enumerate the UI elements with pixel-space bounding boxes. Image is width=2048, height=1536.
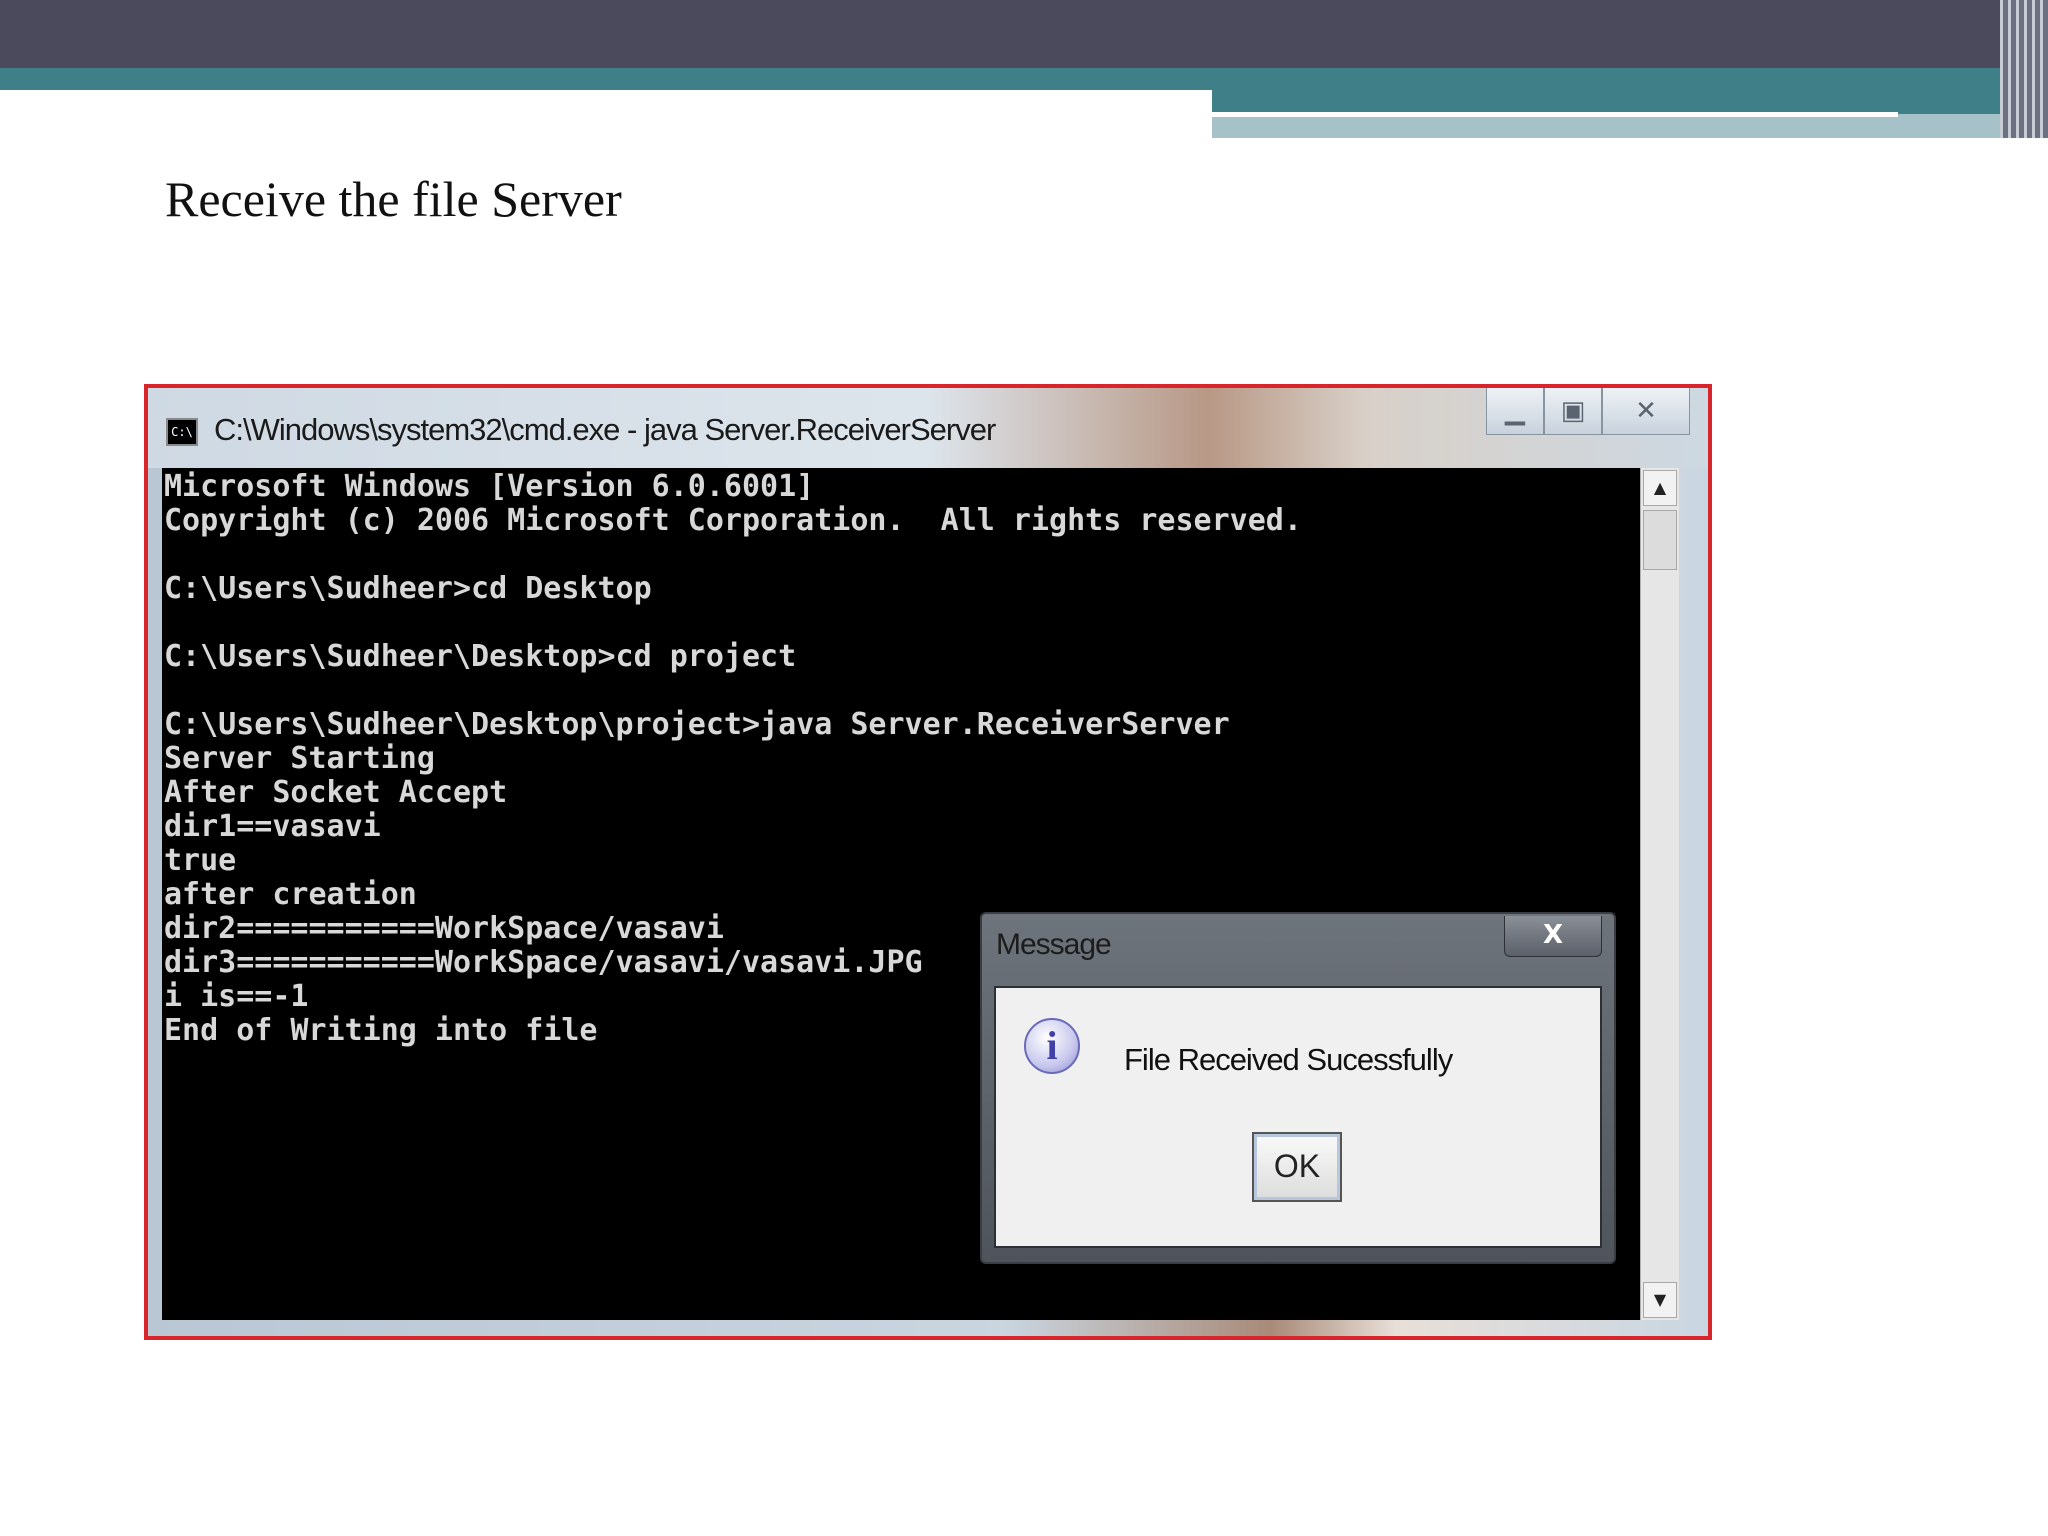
ok-button[interactable]: OK — [1252, 1132, 1342, 1202]
console-line: After Socket Accept — [164, 775, 508, 810]
message-dialog: Message X i File Received Sucessfully OK — [980, 912, 1616, 1264]
console-line: true — [164, 843, 237, 878]
cmd-icon: C:\ — [166, 418, 198, 446]
slide-header-stripes — [2000, 0, 2048, 138]
slide-header-accent-right — [1212, 90, 2048, 114]
window-titlebar[interactable]: C:\ C:\Windows\system32\cmd.exe - java S… — [148, 388, 1708, 468]
console-line: dir3===========WorkSpace/vasavi/vasavi.J… — [164, 945, 923, 980]
info-icon: i — [1024, 1018, 1080, 1074]
slide-header-accent — [0, 68, 2048, 90]
maximize-button[interactable]: ▣ — [1544, 388, 1602, 435]
scroll-thumb[interactable] — [1643, 510, 1677, 570]
dialog-message: File Received Sucessfully — [1124, 1042, 1453, 1077]
console-line: Copyright (c) 2006 Microsoft Corporation… — [164, 503, 1302, 538]
console-line: Server Starting — [164, 741, 435, 776]
console-line: C:\Users\Sudheer\Desktop>cd project — [164, 639, 797, 674]
scroll-down-arrow-icon[interactable]: ▼ — [1643, 1282, 1677, 1318]
slide-header-bar — [0, 0, 2048, 68]
console-line: End of Writing into file — [164, 1013, 598, 1048]
minimize-button[interactable]: ▁ — [1486, 388, 1544, 435]
dialog-title: Message — [996, 928, 1112, 961]
console-line: dir1==vasavi — [164, 809, 381, 844]
dialog-close-button[interactable]: X — [1504, 916, 1602, 957]
console-line: dir2===========WorkSpace/vasavi — [164, 911, 724, 946]
slide-header-line — [1212, 112, 1898, 117]
console-line: Microsoft Windows [Version 6.0.6001] — [164, 469, 815, 504]
cmd-screenshot: C:\ C:\Windows\system32\cmd.exe - java S… — [144, 384, 1712, 1340]
console-line: i is==-1 — [164, 979, 309, 1014]
close-button[interactable]: ✕ — [1602, 388, 1690, 435]
console-line: C:\Users\Sudheer>cd Desktop — [164, 571, 652, 606]
console-line: after creation — [164, 877, 417, 912]
slide-title: Receive the file Server — [165, 171, 622, 227]
slide-header-light-bar — [1212, 114, 2012, 138]
window-controls: ▁ ▣ ✕ — [1486, 388, 1690, 436]
vertical-scrollbar[interactable]: ▲ ▼ — [1640, 468, 1679, 1320]
window-title: C:\Windows\system32\cmd.exe - java Serve… — [214, 412, 996, 447]
console-line: C:\Users\Sudheer\Desktop\project>java Se… — [164, 707, 1230, 742]
dialog-body: i File Received Sucessfully OK — [994, 986, 1602, 1248]
scroll-up-arrow-icon[interactable]: ▲ — [1643, 470, 1677, 506]
